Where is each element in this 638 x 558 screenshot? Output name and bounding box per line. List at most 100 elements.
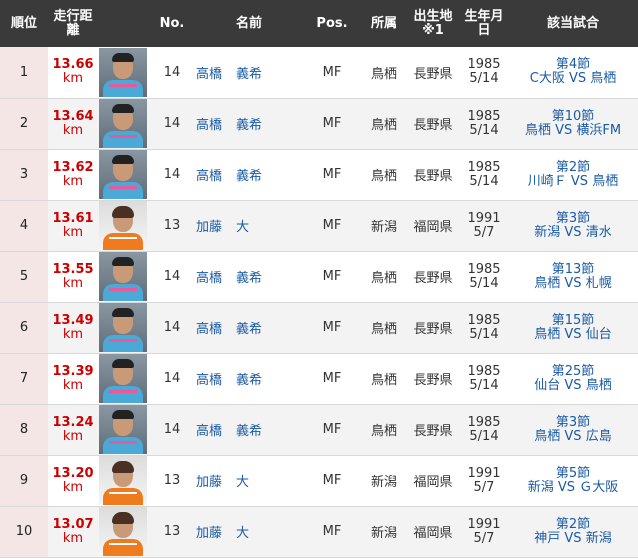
match-round[interactable]: 第15節 (508, 313, 638, 328)
match-round[interactable]: 第2節 (508, 160, 638, 175)
player-name-link[interactable]: 加藤大 (196, 455, 302, 506)
player-name-link[interactable]: 高橋 義希 (196, 251, 302, 302)
match-link[interactable]: 第13節 鳥栖 VS 札幌 (508, 251, 638, 302)
match-teams[interactable]: 鳥栖 VS 広島 (508, 429, 638, 444)
header-distance: 走行距離 (48, 0, 98, 47)
position-cell: MF (302, 302, 362, 353)
player-name-link[interactable]: 高橋 義希 (196, 149, 302, 200)
match-round[interactable]: 第4節 (508, 58, 638, 72)
player-family-name[interactable]: 加藤 (196, 220, 222, 235)
player-family-name[interactable]: 加藤 (196, 475, 222, 490)
table-row[interactable]: 2 13.64 km 14 高橋 義希 MF 鳥栖 長野県 1985 5/14 第10節 鳥栖 VS 横… (0, 98, 638, 149)
table-row[interactable]: 1 13.66 km 14 高橋 義希 MF 鳥栖 長野県 1985 5/14 第4節 C大阪 VS 鳥… (0, 47, 638, 98)
birthdate-cell: 1985 5/14 (460, 302, 508, 353)
match-teams[interactable]: 新潟 VS Ｇ大阪 (508, 480, 638, 495)
player-name-link[interactable]: 高橋 義希 (196, 404, 302, 455)
birth-month-day: 5/14 (469, 71, 499, 87)
match-link[interactable]: 第2節 川崎Ｆ VS 鳥栖 (508, 149, 638, 200)
player-family-name[interactable]: 高橋 (196, 169, 222, 184)
match-link[interactable]: 第2節 神戸 VS 新潟 (508, 506, 638, 557)
number-cell: 13 (148, 506, 196, 557)
table-row[interactable]: 8 13.24 km 14 高橋 義希 MF 鳥栖 長野県 1985 5/14 第3節 鳥栖 VS 広島 (0, 404, 638, 455)
table-row[interactable]: 5 13.55 km 14 高橋 義希 MF 鳥栖 長野県 1985 5/14 第13節 鳥栖 VS 札… (0, 251, 638, 302)
match-teams[interactable]: 鳥栖 VS 札幌 (508, 276, 638, 291)
player-name-link[interactable]: 加藤大 (196, 506, 302, 557)
club-cell: 鳥栖 (370, 373, 397, 388)
player-photo[interactable] (99, 252, 147, 301)
match-link[interactable]: 第3節 鳥栖 VS 広島 (508, 404, 638, 455)
birth-month-day: 5/7 (473, 479, 495, 495)
match-teams[interactable]: 仙台 VS 鳥栖 (508, 378, 638, 393)
match-teams[interactable]: 鳥栖 VS 仙台 (508, 327, 638, 342)
player-photo[interactable] (99, 303, 147, 352)
match-teams[interactable]: 川崎Ｆ VS 鳥栖 (508, 174, 638, 189)
player-family-name[interactable]: 加藤 (196, 526, 222, 541)
player-photo[interactable] (99, 507, 147, 556)
player-family-name[interactable]: 高橋 (196, 118, 222, 133)
player-photo[interactable] (99, 150, 147, 199)
match-link[interactable]: 第10節 鳥栖 VS 横浜FM (508, 98, 638, 149)
match-round[interactable]: 第3節 (508, 211, 638, 226)
jersey-shape (103, 233, 143, 250)
player-photo[interactable] (99, 456, 147, 505)
match-round[interactable]: 第5節 (508, 466, 638, 481)
rank-cell: 5 (0, 251, 48, 302)
player-family-name[interactable]: 高橋 (196, 373, 222, 388)
player-given-name[interactable]: 大 (236, 220, 249, 235)
table-row[interactable]: 9 13.20 km 13 加藤大 MF 新潟 福岡県 1991 5/7 第5節 新潟 VS Ｇ大阪 (0, 455, 638, 506)
player-given-name[interactable]: 義希 (236, 424, 262, 439)
match-round[interactable]: 第2節 (508, 517, 638, 532)
player-given-name[interactable]: 義希 (236, 322, 262, 337)
player-family-name[interactable]: 高橋 (196, 322, 222, 337)
player-photo-cell (98, 98, 148, 149)
player-family-name[interactable]: 高橋 (196, 67, 222, 82)
jersey-shape (103, 182, 143, 199)
player-given-name[interactable]: 大 (236, 475, 249, 490)
player-name-link[interactable]: 加藤大 (196, 200, 302, 251)
player-photo[interactable] (99, 405, 147, 454)
match-round[interactable]: 第10節 (508, 109, 638, 124)
match-link[interactable]: 第25節 仙台 VS 鳥栖 (508, 353, 638, 404)
player-family-name[interactable]: 高橋 (196, 271, 222, 286)
table-row[interactable]: 4 13.61 km 13 加藤大 MF 新潟 福岡県 1991 5/7 第3節 新潟 VS 清水 (0, 200, 638, 251)
distance-unit: km (62, 479, 84, 495)
player-given-name[interactable]: 大 (236, 526, 249, 541)
match-round[interactable]: 第25節 (508, 364, 638, 379)
player-given-name[interactable]: 義希 (236, 373, 262, 388)
rank-cell: 10 (0, 506, 48, 557)
player-name-link[interactable]: 高橋 義希 (196, 353, 302, 404)
distance-cell: 13.24 km (48, 404, 98, 455)
match-teams[interactable]: 新潟 VS 清水 (508, 225, 638, 240)
match-link[interactable]: 第3節 新潟 VS 清水 (508, 200, 638, 251)
player-photo-cell (98, 149, 148, 200)
player-given-name[interactable]: 義希 (236, 271, 262, 286)
player-photo[interactable] (99, 47, 147, 97)
match-teams[interactable]: 神戸 VS 新潟 (508, 531, 638, 546)
match-round[interactable]: 第3節 (508, 415, 638, 430)
table-row[interactable]: 7 13.39 km 14 高橋 義希 MF 鳥栖 長野県 1985 5/14 第25節 仙台 VS 鳥… (0, 353, 638, 404)
player-photo[interactable] (99, 354, 147, 403)
match-teams[interactable]: 鳥栖 VS 横浜FM (508, 123, 638, 138)
distance-unit: km (62, 224, 84, 240)
table-row[interactable]: 3 13.62 km 14 高橋 義希 MF 鳥栖 長野県 1985 5/14 第2節 川崎Ｆ VS 鳥… (0, 149, 638, 200)
match-link[interactable]: 第15節 鳥栖 VS 仙台 (508, 302, 638, 353)
match-link[interactable]: 第4節 C大阪 VS 鳥栖 (508, 47, 638, 98)
player-family-name[interactable]: 高橋 (196, 424, 222, 439)
birthplace-cell: 福岡県 (406, 506, 460, 557)
player-photo[interactable] (99, 201, 147, 250)
match-teams[interactable]: C大阪 VS 鳥栖 (508, 72, 638, 86)
player-given-name[interactable]: 義希 (236, 169, 262, 184)
birthplace-cell: 長野県 (413, 169, 453, 184)
table-row[interactable]: 6 13.49 km 14 高橋 義希 MF 鳥栖 長野県 1985 5/14 第15節 鳥栖 VS 仙… (0, 302, 638, 353)
player-name-link[interactable]: 高橋 義希 (196, 98, 302, 149)
match-round[interactable]: 第13節 (508, 262, 638, 277)
distance-value: 13.62 (52, 159, 94, 175)
player-name-link[interactable]: 高橋 義希 (196, 47, 302, 98)
player-given-name[interactable]: 義希 (236, 118, 262, 133)
table-row[interactable]: 10 13.07 km 13 加藤大 MF 新潟 福岡県 1991 5/7 第2節 神戸 VS 新潟 (0, 506, 638, 557)
birth-month-day: 5/7 (473, 530, 495, 546)
player-photo[interactable] (99, 99, 147, 148)
player-given-name[interactable]: 義希 (236, 67, 262, 82)
match-link[interactable]: 第5節 新潟 VS Ｇ大阪 (508, 455, 638, 506)
player-name-link[interactable]: 高橋 義希 (196, 302, 302, 353)
